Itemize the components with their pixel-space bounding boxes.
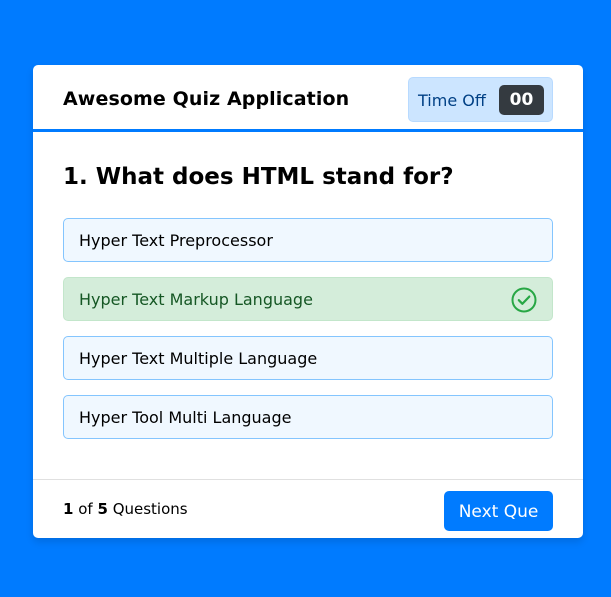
timer-label: Time Off: [418, 91, 486, 110]
option-4[interactable]: Hyper Tool Multi Language: [63, 395, 553, 439]
question-text: 1. What does HTML stand for?: [63, 164, 454, 190]
option-label: Hyper Text Preprocessor: [79, 231, 273, 250]
option-3[interactable]: Hyper Text Multiple Language: [63, 336, 553, 380]
quiz-header: Awesome Quiz Application Time Off 00: [33, 65, 583, 132]
total-questions-number: 5: [97, 500, 108, 518]
counter-of: of: [78, 500, 93, 518]
next-question-button[interactable]: Next Que: [444, 491, 553, 531]
option-1[interactable]: Hyper Text Preprocessor: [63, 218, 553, 262]
current-question-number: 1: [63, 500, 74, 518]
timer-seconds: 00: [499, 85, 544, 115]
counter-questions-label: Questions: [112, 500, 188, 518]
option-label: Hyper Text Markup Language: [79, 290, 313, 309]
question-counter: 1 of 5 Questions: [63, 500, 188, 518]
timer: Time Off 00: [408, 77, 553, 122]
option-label: Hyper Tool Multi Language: [79, 408, 292, 427]
app-title: Awesome Quiz Application: [63, 88, 350, 110]
option-label: Hyper Text Multiple Language: [79, 349, 318, 368]
check-circle-icon: [511, 287, 537, 313]
quiz-footer: 1 of 5 Questions Next Que: [33, 479, 583, 538]
option-2[interactable]: Hyper Text Markup Language: [63, 277, 553, 321]
quiz-box: Awesome Quiz Application Time Off 00 1. …: [33, 65, 583, 538]
